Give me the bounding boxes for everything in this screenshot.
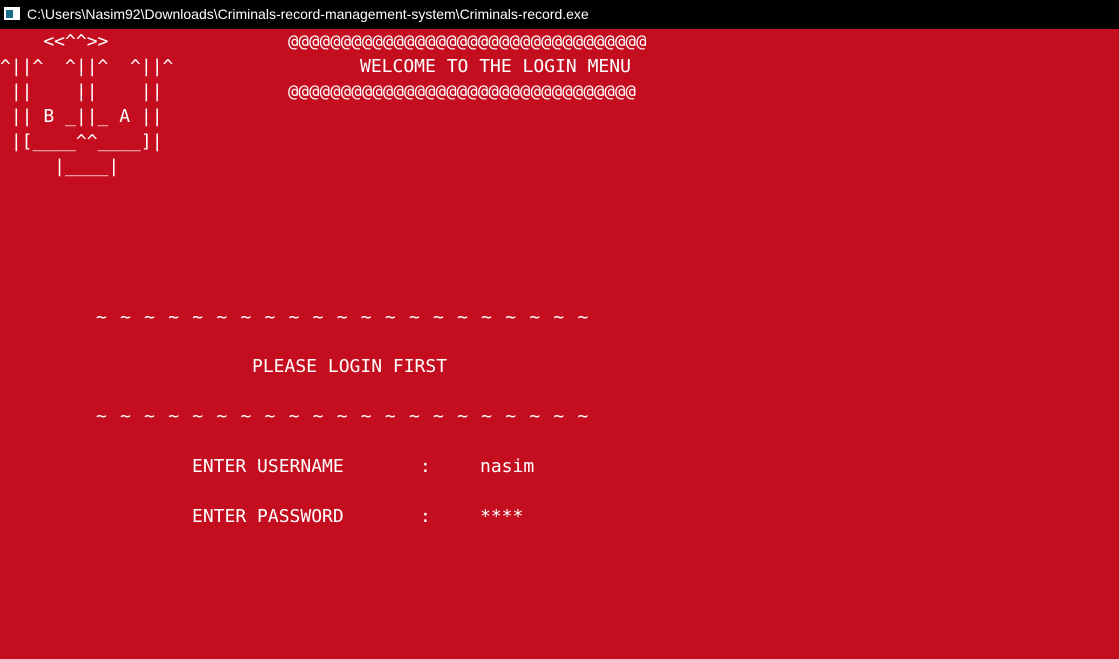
banner-title: WELCOME TO THE LOGIN MENU	[360, 56, 631, 77]
logo-line-3: || || ||	[0, 81, 163, 102]
divider-top: ~ ~ ~ ~ ~ ~ ~ ~ ~ ~ ~ ~ ~ ~ ~ ~ ~ ~ ~ ~ …	[96, 307, 590, 328]
username-label: ENTER USERNAME	[192, 456, 344, 477]
logo-line-1: <<^^>>	[0, 31, 109, 52]
console-app-icon[interactable]	[4, 7, 20, 20]
password-input[interactable]: ****	[480, 505, 523, 529]
username-separator: :	[420, 456, 431, 477]
logo-line-4: || B _||_ A ||	[0, 106, 163, 127]
window-titlebar[interactable]: C:\Users\Nasim92\Downloads\Criminals-rec…	[0, 0, 1119, 29]
login-prompt: PLEASE LOGIN FIRST	[252, 356, 448, 377]
password-label: ENTER PASSWORD	[192, 506, 344, 527]
username-input[interactable]: nasim	[480, 455, 534, 479]
logo-line-6: |____|	[0, 156, 120, 177]
logo-line-5: |[____^^____]|	[0, 131, 163, 152]
banner-border-top: @@@@@@@@@@@@@@@@@@@@@@@@@@@@@@@@@@	[288, 32, 647, 52]
divider-bottom: ~ ~ ~ ~ ~ ~ ~ ~ ~ ~ ~ ~ ~ ~ ~ ~ ~ ~ ~ ~ …	[96, 406, 590, 427]
logo-line-2: ^||^ ^||^ ^||^	[0, 56, 174, 77]
banner-border-bottom: @@@@@@@@@@@@@@@@@@@@@@@@@@@@@@@@@	[288, 82, 637, 102]
password-separator: :	[420, 506, 431, 527]
console-area[interactable]: <<^^>> ^||^ ^||^ ^||^ || || || || B _||_…	[0, 29, 1119, 659]
window-title: C:\Users\Nasim92\Downloads\Criminals-rec…	[27, 6, 589, 22]
